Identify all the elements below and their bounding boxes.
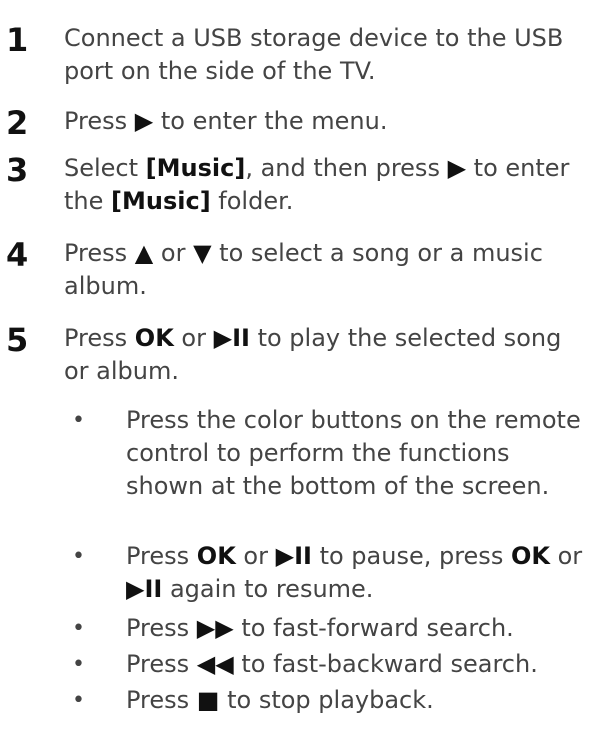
step-text: Press ▶ to enter the menu. [64, 107, 388, 135]
rewind-icon: ◀◀ [196, 650, 234, 678]
step-number: 4 [6, 236, 29, 274]
step-number: 2 [6, 104, 29, 142]
bullet-marker: • [72, 544, 85, 569]
step-text: Connect a USB storage device to the USB … [64, 24, 564, 85]
step-text: Press ▲ or ▼ to select a song or a music… [64, 239, 543, 300]
down-arrow-icon: ▼ [193, 239, 212, 267]
stop-icon: ■ [196, 686, 220, 714]
bullet-text: Press ▶▶ to fast-forward search. [126, 614, 514, 642]
bullet-text: Press ■ to stop playback. [126, 686, 434, 714]
play-pause-icon: ▶II [213, 324, 250, 352]
bullet-text: Press the color buttons on the remote co… [126, 406, 581, 500]
fast-forward-icon: ▶▶ [196, 614, 234, 642]
play-icon: ▶ [134, 107, 154, 135]
step-text: Press OK or ▶II to play the selected son… [64, 324, 562, 385]
bullet-marker: • [72, 688, 85, 713]
step-text: Select [Music], and then press ▶ to ente… [64, 154, 570, 215]
instruction-page: 1 Connect a USB storage device to the US… [0, 0, 591, 736]
step-number: 1 [6, 21, 29, 59]
bullet-marker: • [72, 652, 85, 677]
step-number: 3 [6, 151, 29, 189]
play-icon: ▶ [447, 154, 467, 182]
bullet-text: Press OK or ▶II to pause, press OK or ▶I… [126, 542, 583, 603]
bullet-marker: • [72, 408, 85, 433]
bullet-marker: • [72, 616, 85, 641]
step-number: 5 [6, 321, 29, 359]
up-arrow-icon: ▲ [134, 239, 154, 267]
play-pause-icon: ▶II [126, 575, 163, 603]
bullet-text: Press ◀◀ to fast-backward search. [126, 650, 538, 678]
play-pause-icon: ▶II [275, 542, 312, 570]
